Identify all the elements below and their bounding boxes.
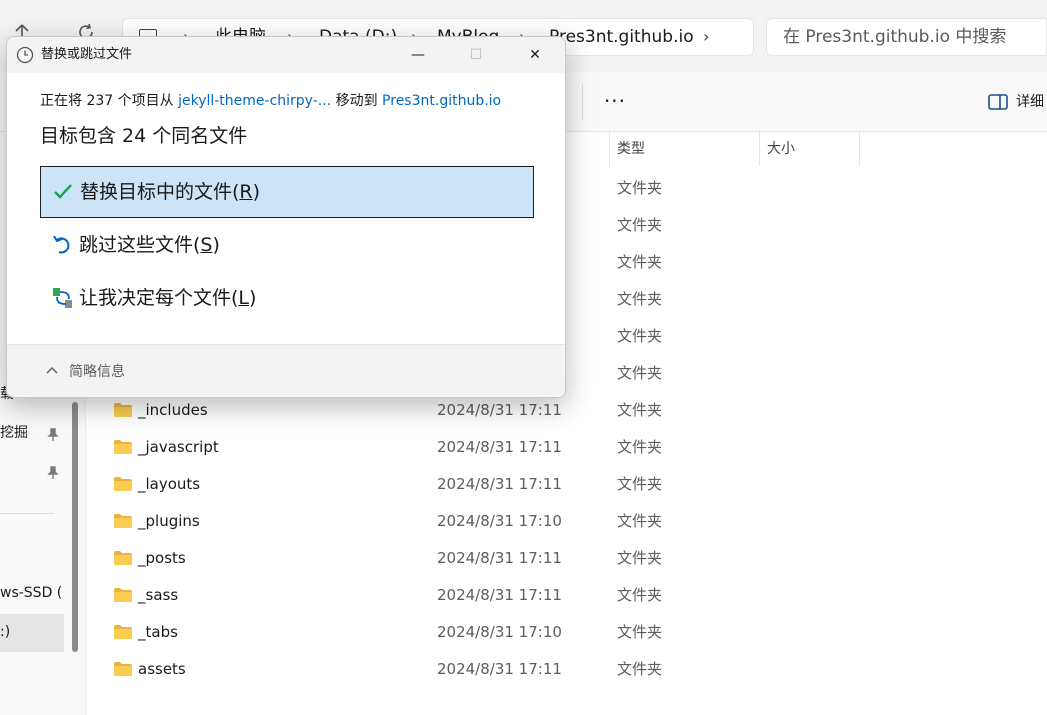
replace-files-option[interactable]: 替换目标中的文件(R): [40, 166, 534, 218]
checkmark-icon: [54, 184, 72, 199]
file-type: 文件夹: [617, 438, 663, 456]
folder-icon: [114, 403, 132, 417]
details-pane-icon: [988, 94, 1008, 110]
chevron-up-icon: [46, 367, 58, 374]
file-type: 文件夹: [617, 290, 663, 308]
fewer-details-label: 简略信息: [69, 364, 125, 380]
file-name[interactable]: _plugins: [138, 503, 200, 540]
sidebar-scrollbar[interactable]: [72, 402, 78, 652]
file-type: 文件夹: [617, 475, 663, 493]
skip-arrow-icon: [53, 235, 70, 254]
replace-option-label: 替换目标中的文件(R): [80, 167, 260, 217]
file-date: 2024/8/31 17:11: [437, 438, 562, 456]
folder-icon: [114, 440, 132, 454]
folder-icon: [114, 514, 132, 528]
column-header-type[interactable]: 类型: [609, 132, 759, 166]
access-key: S: [200, 234, 213, 256]
file-type: 文件夹: [617, 179, 663, 197]
pin-icon[interactable]: [46, 428, 60, 442]
folder-icon: [114, 588, 132, 602]
folder-icon: [114, 477, 132, 491]
dialog-body: 正在将 237 个项目从 jekyll-theme-chirpy-... 移动到…: [7, 37, 565, 344]
file-type: 文件夹: [617, 216, 663, 234]
decide-each-file-option[interactable]: 让我决定每个文件(L): [40, 273, 534, 325]
sidebar-item-label: 挖掘: [0, 425, 28, 441]
file-name[interactable]: _javascript: [138, 429, 219, 466]
file-row[interactable]: _javascript 2024/8/31 17:11 文件夹: [86, 429, 1047, 466]
file-type: 文件夹: [617, 364, 663, 382]
file-row[interactable]: _layouts 2024/8/31 17:11 文件夹: [86, 466, 1047, 503]
destination-folder-link[interactable]: Pres3nt.github.io: [382, 93, 501, 109]
file-type: 文件夹: [617, 623, 663, 641]
sidebar-item-label: ws-SSD (C: [0, 585, 62, 601]
conflict-heading: 目标包含 24 个同名文件: [40, 125, 248, 147]
search-input[interactable]: 在 Pres3nt.github.io 中搜索: [766, 18, 1047, 56]
more-options-button[interactable]: ···: [600, 86, 630, 116]
sidebar-item-data-drive[interactable]: :): [0, 614, 64, 652]
option-suffix: ): [252, 181, 261, 203]
access-key: L: [238, 287, 250, 309]
skip-files-option[interactable]: 跳过这些文件(S): [40, 220, 534, 272]
file-row[interactable]: assets 2024/8/31 17:11 文件夹: [86, 651, 1047, 688]
toolbar-divider: [582, 84, 583, 120]
option-suffix: ): [249, 287, 257, 309]
file-name[interactable]: _posts: [138, 540, 186, 577]
skip-option-label: 跳过这些文件(S): [79, 220, 220, 270]
fewer-details-toggle[interactable]: 简略信息: [7, 344, 565, 397]
file-date: 2024/8/31 17:10: [437, 512, 562, 530]
sidebar-divider: [0, 513, 54, 514]
details-pane-button[interactable]: 详细: [988, 88, 1044, 116]
file-date: 2024/8/31 17:11: [437, 586, 562, 604]
replace-or-skip-dialog: 替换或跳过文件 — ☐ ✕ 正在将 237 个项目从 jekyll-theme-…: [6, 36, 566, 398]
progress-middle: 移动到: [331, 93, 383, 109]
option-text: 跳过这些文件(: [79, 234, 201, 256]
compare-files-icon: [53, 288, 72, 308]
file-type: 文件夹: [617, 549, 663, 567]
file-type: 文件夹: [617, 512, 663, 530]
file-name[interactable]: _layouts: [138, 466, 200, 503]
file-type: 文件夹: [617, 660, 663, 678]
file-row[interactable]: _tabs 2024/8/31 17:10 文件夹: [86, 614, 1047, 651]
progress-prefix: 正在将 237 个项目从: [40, 93, 179, 109]
file-name[interactable]: _tabs: [138, 614, 178, 651]
folder-icon: [114, 625, 132, 639]
source-folder-link[interactable]: jekyll-theme-chirpy-...: [178, 93, 331, 109]
file-date: 2024/8/31 17:11: [437, 475, 562, 493]
decide-option-label: 让我决定每个文件(L): [79, 273, 256, 323]
details-pane-label: 详细: [1016, 94, 1044, 110]
progress-text: 正在将 237 个项目从 jekyll-theme-chirpy-... 移动到…: [40, 90, 501, 110]
file-row[interactable]: _sass 2024/8/31 17:11 文件夹: [86, 577, 1047, 614]
folder-icon: [114, 551, 132, 565]
file-date: 2024/8/31 17:11: [437, 660, 562, 678]
file-type: 文件夹: [617, 253, 663, 271]
sidebar-item-label: :): [0, 624, 11, 640]
option-suffix: ): [212, 234, 220, 256]
pin-icon[interactable]: [46, 466, 60, 480]
option-text: 让我决定每个文件(: [79, 287, 239, 309]
folder-icon: [114, 662, 132, 676]
file-type: 文件夹: [617, 327, 663, 345]
file-row[interactable]: _posts 2024/8/31 17:11 文件夹: [86, 540, 1047, 577]
sidebar-item-windows-ssd[interactable]: ws-SSD (C: [0, 575, 62, 611]
file-name[interactable]: assets: [138, 651, 186, 688]
file-date: 2024/8/31 17:10: [437, 623, 562, 641]
column-header-size[interactable]: 大小: [759, 132, 859, 166]
option-text: 替换目标中的文件(: [80, 181, 240, 203]
file-row[interactable]: _plugins 2024/8/31 17:10 文件夹: [86, 503, 1047, 540]
chevron-right-icon[interactable]: ›: [703, 19, 709, 55]
file-date: 2024/8/31 17:11: [437, 549, 562, 567]
column-divider: [859, 132, 860, 166]
file-type: 文件夹: [617, 586, 663, 604]
breadcrumb-current-folder[interactable]: Pres3nt.github.io: [549, 19, 694, 55]
access-key: R: [239, 181, 253, 203]
file-name[interactable]: _sass: [138, 577, 178, 614]
file-type: 文件夹: [617, 401, 663, 419]
